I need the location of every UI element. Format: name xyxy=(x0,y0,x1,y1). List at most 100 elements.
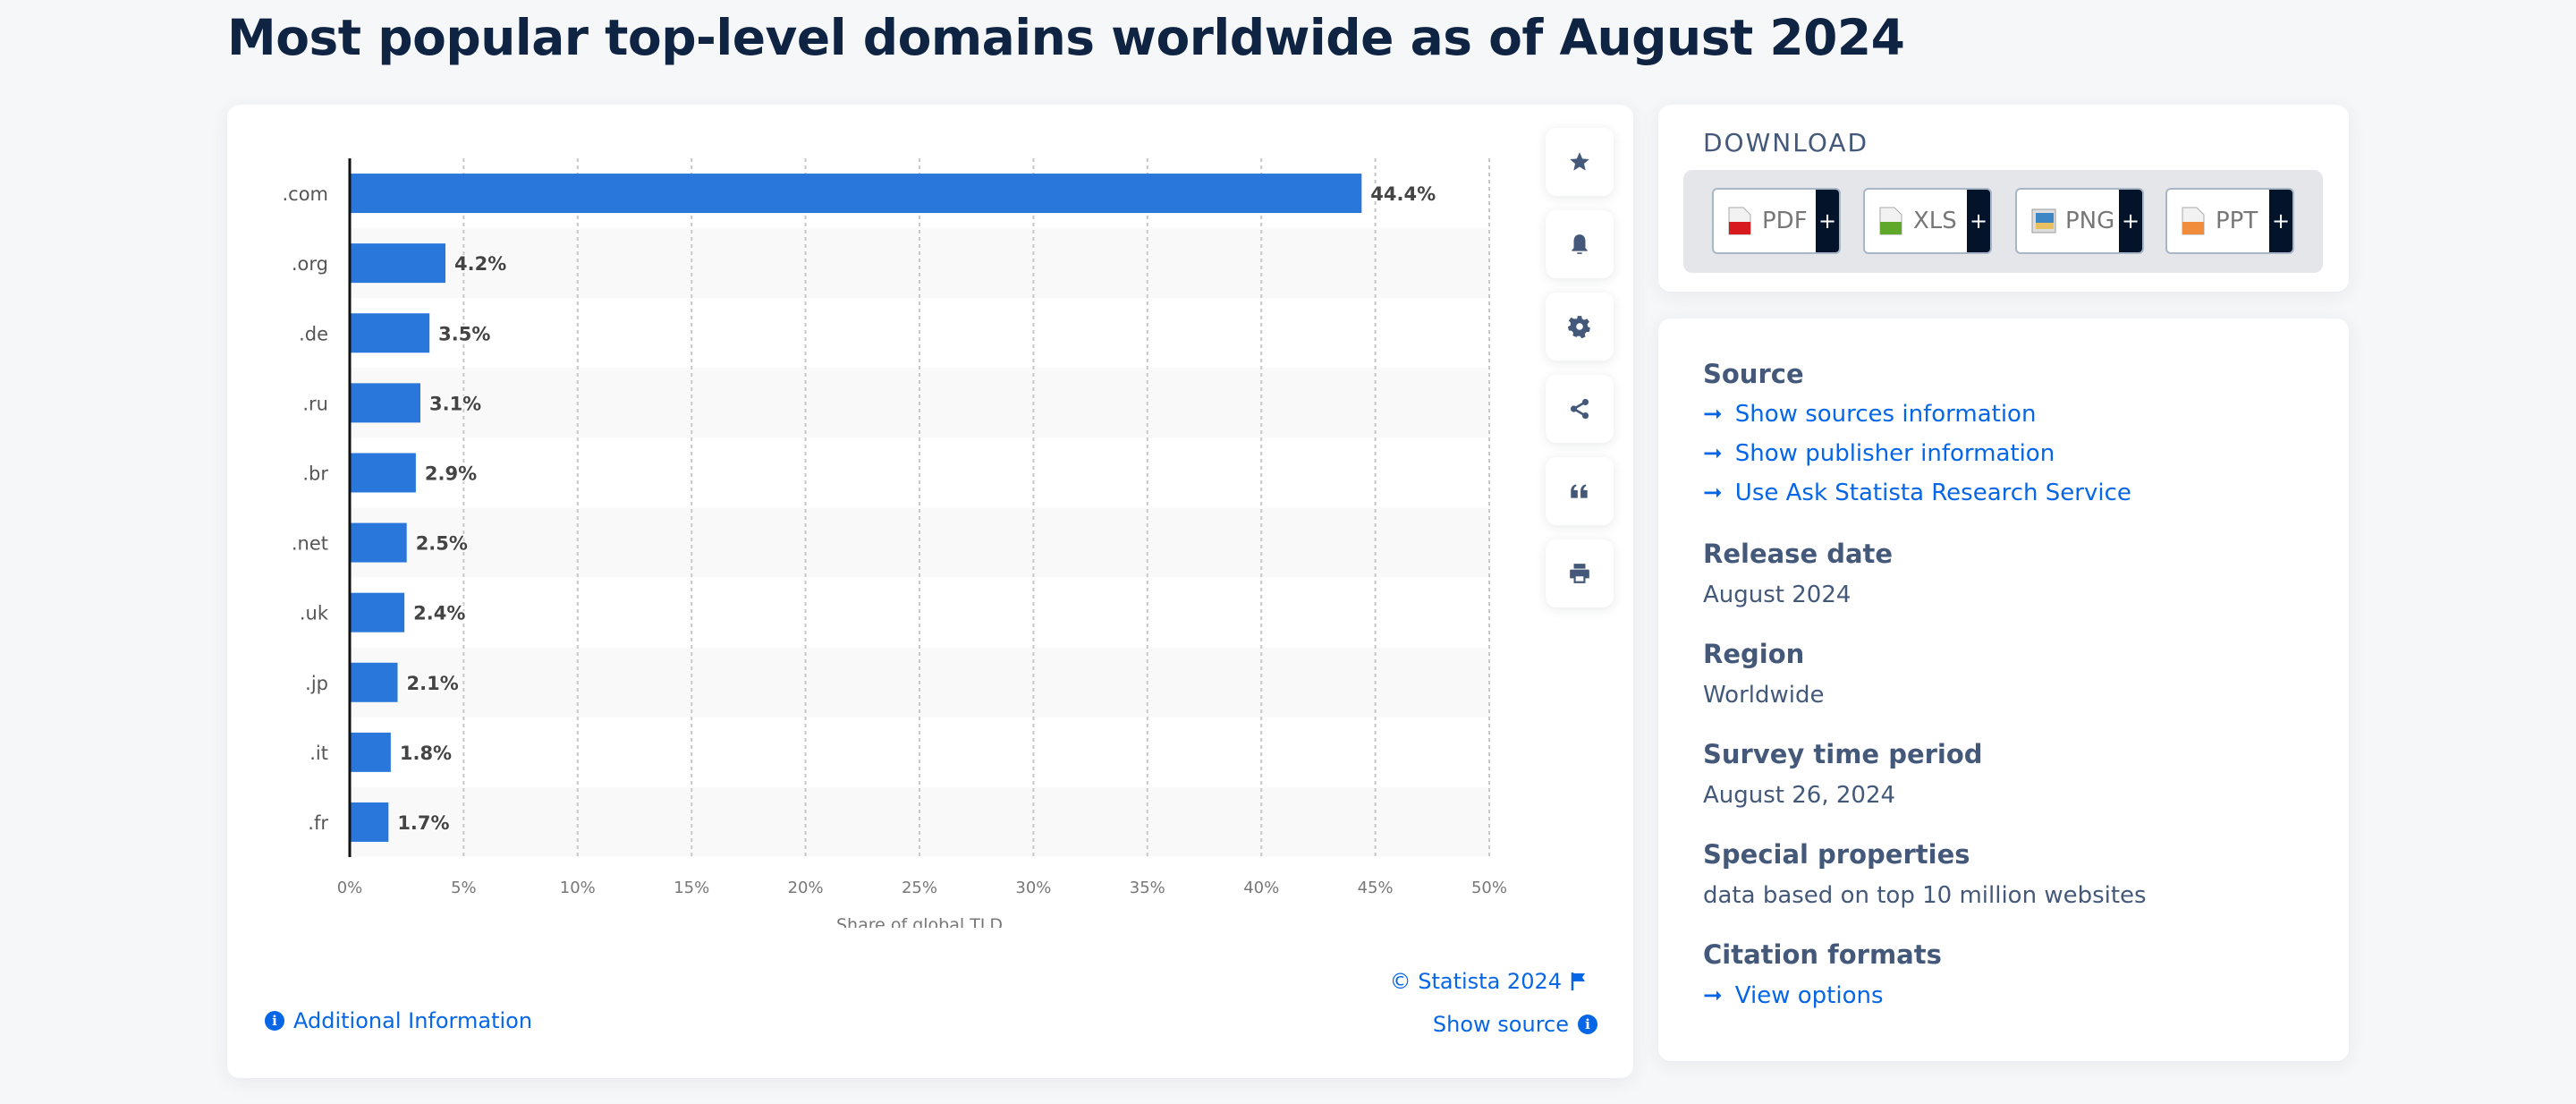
arrow-right-icon: ➞ xyxy=(1703,401,1723,428)
plus-icon: + xyxy=(1816,190,1839,252)
bell-icon xyxy=(1572,234,1588,254)
format-label: XLS xyxy=(1913,208,1957,234)
release-date-value: August 2024 xyxy=(1703,582,1852,608)
release-date-heading: Release date xyxy=(1703,539,1894,569)
category-label: .de xyxy=(299,323,328,344)
download-xls-button[interactable]: XLS + xyxy=(1863,188,1992,254)
bar xyxy=(350,522,407,563)
region-heading: Region xyxy=(1703,639,1805,669)
x-tick-label: 20% xyxy=(788,879,824,897)
chart-card: .com .org .de .ru .br .net .uk .jp .it .fr 44.4% 4… xyxy=(227,105,1633,1078)
value-label: 4.2% xyxy=(454,253,506,275)
value-label: 1.7% xyxy=(397,812,449,834)
link-label: View options xyxy=(1734,982,1884,1009)
xls-file-icon xyxy=(1879,207,1902,235)
plus-icon: + xyxy=(2269,190,2292,252)
arrow-right-icon: ➞ xyxy=(1703,440,1723,467)
category-label: .uk xyxy=(300,603,329,624)
x-tick-label: 10% xyxy=(560,879,596,897)
ask-statista-link[interactable]: ➞ Use Ask Statista Research Service xyxy=(1703,480,2131,506)
notification-button[interactable] xyxy=(1546,210,1614,278)
info-icon: i xyxy=(1578,1015,1597,1034)
quote-icon xyxy=(1571,484,1588,498)
bar xyxy=(350,453,416,493)
bar xyxy=(350,662,398,702)
x-tick-label: 35% xyxy=(1130,879,1165,897)
bar xyxy=(350,802,389,842)
format-label: PNG xyxy=(2065,208,2115,234)
link-label: Show sources information xyxy=(1734,401,2037,428)
download-png-button[interactable]: PNG + xyxy=(2015,188,2144,254)
x-tick-label: 45% xyxy=(1358,879,1394,897)
bar xyxy=(350,383,420,423)
x-tick-label: 15% xyxy=(674,879,709,897)
x-tick-label: 50% xyxy=(1471,879,1507,897)
x-tick-label: 25% xyxy=(902,879,937,897)
category-label: .ru xyxy=(302,393,328,414)
favorite-button[interactable] xyxy=(1546,128,1614,196)
arrow-right-icon: ➞ xyxy=(1703,480,1723,506)
x-tick-labels: 0% 5% 10% 15% 20% 25% 30% 35% 40% 45% 50% xyxy=(337,879,1507,897)
print-icon xyxy=(1570,564,1589,583)
show-source-link[interactable]: Show source i xyxy=(1433,1012,1597,1037)
category-label: .net xyxy=(292,533,328,555)
bar xyxy=(350,592,405,633)
x-axis-title: Share of global TLD xyxy=(836,915,1003,928)
value-label: 44.4% xyxy=(1370,183,1436,205)
category-label: .org xyxy=(292,253,328,275)
arrow-right-icon: ➞ xyxy=(1703,982,1723,1009)
copyright-link[interactable]: © Statista 2024 xyxy=(1390,969,1587,994)
additional-information-link[interactable]: i Additional Information xyxy=(265,1008,532,1033)
value-label: 1.8% xyxy=(400,743,452,764)
show-publisher-link[interactable]: ➞ Show publisher information xyxy=(1703,440,2055,467)
additional-information-label: Additional Information xyxy=(293,1008,533,1033)
pdf-file-icon xyxy=(1728,207,1751,235)
bar-chart: .com .org .de .ru .br .net .uk .jp .it .fr 44.4% 4… xyxy=(282,158,1507,928)
share-icon xyxy=(1570,398,1589,420)
download-ppt-button[interactable]: PPT + xyxy=(2165,188,2294,254)
survey-period-value: August 26, 2024 xyxy=(1703,782,1896,809)
download-card: DOWNLOAD PDF + XLS + PNG + PPT + xyxy=(1658,105,2349,292)
png-file-icon xyxy=(2031,207,2056,235)
x-tick-label: 30% xyxy=(1015,879,1051,897)
x-tick-label: 40% xyxy=(1243,879,1279,897)
value-label: 3.5% xyxy=(438,323,490,344)
link-label: Use Ask Statista Research Service xyxy=(1734,480,2131,506)
flag-icon xyxy=(1571,972,1585,990)
survey-period-heading: Survey time period xyxy=(1703,739,1983,769)
print-button[interactable] xyxy=(1546,539,1614,607)
source-heading: Source xyxy=(1703,359,1804,389)
citation-formats-heading: Citation formats xyxy=(1703,939,1942,970)
plus-icon: + xyxy=(1967,190,1990,252)
region-value: Worldwide xyxy=(1703,682,1825,709)
bar xyxy=(350,243,446,284)
plus-icon: + xyxy=(2119,190,2142,252)
info-icon: i xyxy=(265,1011,284,1031)
format-label: PDF xyxy=(1762,208,1808,234)
show-source-label: Show source xyxy=(1432,1012,1569,1037)
ppt-file-icon xyxy=(2182,207,2205,235)
value-label: 2.5% xyxy=(416,533,468,555)
cite-button[interactable] xyxy=(1546,457,1614,525)
gear-icon xyxy=(1568,316,1590,338)
download-pdf-button[interactable]: PDF + xyxy=(1712,188,1841,254)
format-label: PPT xyxy=(2216,208,2258,234)
copyright-text: © Statista 2024 xyxy=(1389,969,1562,994)
special-properties-value: data based on top 10 million websites xyxy=(1703,882,2147,909)
view-options-link[interactable]: ➞ View options xyxy=(1703,982,1884,1009)
category-label: .jp xyxy=(305,673,328,694)
category-labels: .com .org .de .ru .br .net .uk .jp .it .fr xyxy=(282,183,328,834)
value-label: 3.1% xyxy=(429,393,481,414)
settings-button[interactable] xyxy=(1546,293,1614,361)
statistic-details-card: Source ➞ Show sources information ➞ Show p… xyxy=(1658,318,2349,1061)
bar xyxy=(350,313,430,353)
show-sources-link[interactable]: ➞ Show sources information xyxy=(1703,401,2036,428)
share-button[interactable] xyxy=(1546,375,1614,443)
link-label: Show publisher information xyxy=(1734,440,2055,467)
download-title: DOWNLOAD xyxy=(1703,128,1869,157)
bar xyxy=(350,732,391,772)
x-tick-label: 5% xyxy=(451,879,477,897)
download-format-bar: PDF + XLS + PNG + PPT + xyxy=(1683,170,2323,273)
category-label: .fr xyxy=(308,812,328,834)
value-label: 2.4% xyxy=(413,603,465,624)
